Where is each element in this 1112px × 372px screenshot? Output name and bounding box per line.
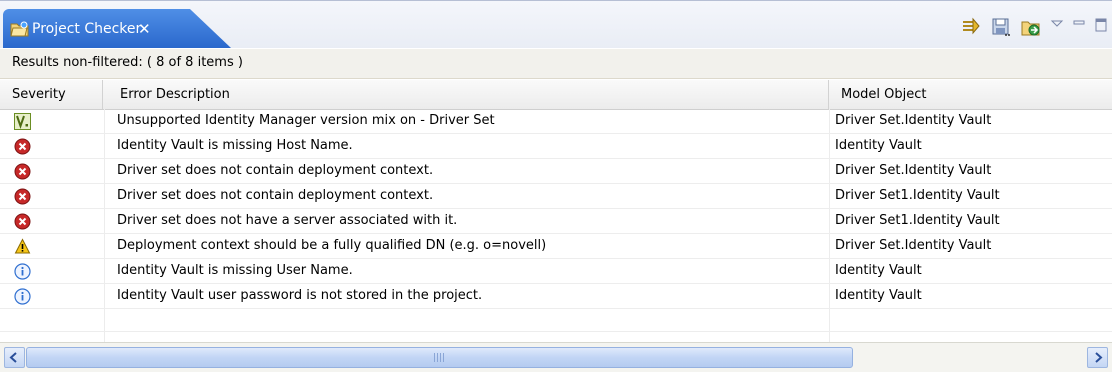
column-header-severity[interactable]: Severity bbox=[0, 80, 103, 109]
empty-row bbox=[0, 309, 1112, 332]
error-description-cell: Driver set does not contain deployment c… bbox=[104, 159, 829, 183]
table-row[interactable]: Identity Vault is missing Host Name. Iden… bbox=[0, 134, 1112, 159]
view-toolbar bbox=[960, 15, 1108, 39]
scroll-left-button[interactable] bbox=[4, 347, 25, 368]
error-icon bbox=[14, 188, 31, 205]
table-row[interactable]: Identity Vault is missing User Name. Iden… bbox=[0, 259, 1112, 284]
empty-cell bbox=[829, 309, 1112, 331]
table-row[interactable]: Identity Vault user password is not stor… bbox=[0, 284, 1112, 309]
column-header-model-object[interactable]: Model Object bbox=[829, 80, 1112, 109]
chevron-right-icon bbox=[1095, 352, 1103, 363]
error-description-cell: Identity Vault is missing User Name. bbox=[104, 259, 829, 283]
error-description-cell: Identity Vault is missing Host Name. bbox=[104, 134, 829, 158]
export-icon[interactable] bbox=[1020, 16, 1042, 38]
table-row[interactable]: Unsupported Identity Manager version mix… bbox=[0, 109, 1112, 134]
results-status: Results non-filtered: ( 8 of 8 items ) bbox=[0, 49, 1112, 79]
version-mismatch-icon bbox=[14, 113, 31, 130]
empty-cell bbox=[104, 309, 829, 331]
severity-cell bbox=[0, 159, 104, 183]
scrollbar-thumb[interactable] bbox=[26, 347, 853, 368]
horizontal-scrollbar[interactable] bbox=[0, 342, 1112, 372]
tab-title: Project Checker bbox=[32, 21, 142, 37]
error-description-cell: Deployment context should be a fully qua… bbox=[104, 234, 829, 258]
table-header: Severity Error Description Model Object bbox=[0, 80, 1112, 110]
minimize-icon[interactable] bbox=[1072, 16, 1086, 38]
severity-cell bbox=[0, 209, 104, 233]
tab-project-checker[interactable]: Project Checker ✕ bbox=[3, 9, 231, 48]
error-description-cell: Identity Vault user password is not stor… bbox=[104, 284, 829, 308]
model-object-cell: Driver Set.Identity Vault bbox=[829, 234, 1112, 258]
error-description-cell: Driver set does not have a server associ… bbox=[104, 209, 829, 233]
severity-cell bbox=[0, 284, 104, 308]
table-row[interactable]: Driver set does not have a server associ… bbox=[0, 209, 1112, 234]
project-checker-icon bbox=[10, 20, 29, 37]
go-to-problem-icon[interactable] bbox=[960, 16, 982, 38]
grip-icon bbox=[433, 353, 446, 362]
empty-cell bbox=[0, 309, 104, 331]
project-checker-view: Project Checker ✕ Results non-filtered: … bbox=[0, 0, 1112, 372]
severity-cell bbox=[0, 259, 104, 283]
info-icon bbox=[14, 288, 31, 305]
results-count-text: Results non-filtered: ( 8 of 8 items ) bbox=[12, 55, 243, 70]
severity-cell bbox=[0, 234, 104, 258]
column-header-error-description[interactable]: Error Description bbox=[104, 80, 829, 109]
model-object-cell: Driver Set.Identity Vault bbox=[829, 109, 1112, 133]
chevron-left-icon bbox=[9, 352, 17, 363]
maximize-icon[interactable] bbox=[1094, 16, 1108, 38]
error-description-cell: Unsupported Identity Manager version mix… bbox=[104, 109, 829, 133]
save-report-icon[interactable] bbox=[990, 16, 1012, 38]
table-body: Unsupported Identity Manager version mix… bbox=[0, 109, 1112, 355]
scroll-right-button[interactable] bbox=[1087, 347, 1108, 368]
table-row[interactable]: Driver set does not contain deployment c… bbox=[0, 159, 1112, 184]
error-description-cell: Driver set does not contain deployment c… bbox=[104, 184, 829, 208]
model-object-cell: Driver Set1.Identity Vault bbox=[829, 209, 1112, 233]
model-object-cell: Driver Set.Identity Vault bbox=[829, 159, 1112, 183]
severity-cell bbox=[0, 109, 104, 133]
warning-icon bbox=[14, 238, 31, 255]
info-icon bbox=[14, 263, 31, 280]
model-object-cell: Identity Vault bbox=[829, 259, 1112, 283]
error-icon bbox=[14, 163, 31, 180]
severity-cell bbox=[0, 134, 104, 158]
view-menu-icon[interactable] bbox=[1050, 16, 1064, 38]
table-row[interactable]: Driver set does not contain deployment c… bbox=[0, 184, 1112, 209]
model-object-cell: Identity Vault bbox=[829, 134, 1112, 158]
results-table: Severity Error Description Model Object … bbox=[0, 80, 1112, 355]
table-row[interactable]: Deployment context should be a fully qua… bbox=[0, 234, 1112, 259]
model-object-cell: Driver Set1.Identity Vault bbox=[829, 184, 1112, 208]
error-icon bbox=[14, 138, 31, 155]
severity-cell bbox=[0, 184, 104, 208]
model-object-cell: Identity Vault bbox=[829, 284, 1112, 308]
view-tab-bar: Project Checker ✕ bbox=[0, 0, 1112, 48]
close-icon[interactable]: ✕ bbox=[138, 20, 151, 38]
error-icon bbox=[14, 213, 31, 230]
